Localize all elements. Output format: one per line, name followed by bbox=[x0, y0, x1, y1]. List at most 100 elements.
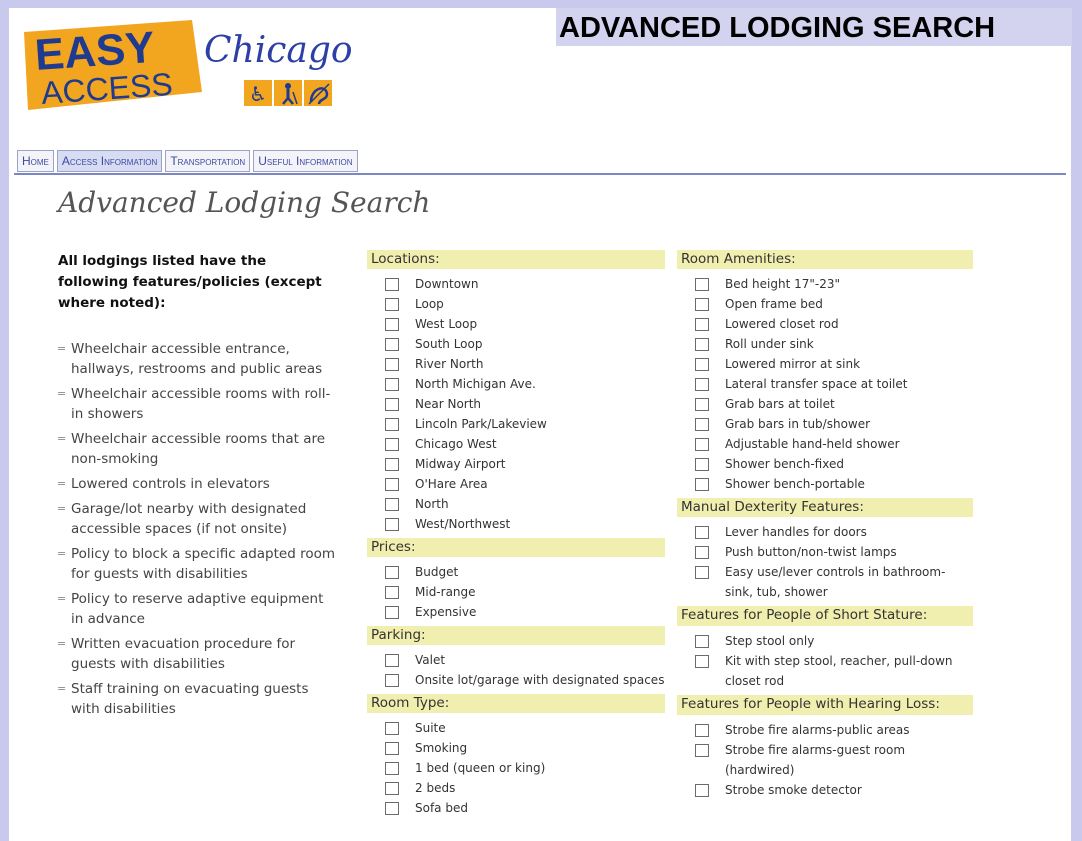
site-logo[interactable]: EASY ACCESS Chicago ♿ bbox=[14, 14, 394, 134]
checkbox[interactable] bbox=[695, 635, 709, 648]
checkbox-label[interactable]: West Loop bbox=[415, 314, 665, 334]
checkbox-label[interactable]: Kit with step stool, reacher, pull-down … bbox=[725, 651, 973, 691]
checkbox[interactable] bbox=[695, 358, 709, 371]
checkbox-label[interactable]: Lowered mirror at sink bbox=[725, 354, 973, 374]
checkbox[interactable] bbox=[695, 298, 709, 311]
checkbox-option[interactable]: Adjustable hand-held shower bbox=[695, 434, 973, 454]
checkbox-option[interactable]: Strobe fire alarms-public areas bbox=[695, 720, 973, 740]
checkbox-option[interactable]: Mid-range bbox=[385, 582, 665, 602]
checkbox[interactable] bbox=[695, 784, 709, 797]
checkbox-label[interactable]: 2 beds bbox=[415, 778, 665, 798]
checkbox-label[interactable]: Lincoln Park/Lakeview bbox=[415, 414, 665, 434]
checkbox-option[interactable]: Lever handles for doors bbox=[695, 522, 973, 542]
checkbox-label[interactable]: Easy use/lever controls in bathroom-sink… bbox=[725, 562, 973, 602]
checkbox[interactable] bbox=[385, 654, 399, 667]
checkbox-option[interactable]: Strobe smoke detector bbox=[695, 780, 973, 800]
checkbox[interactable] bbox=[695, 744, 709, 757]
checkbox-option[interactable]: Lateral transfer space at toilet bbox=[695, 374, 973, 394]
checkbox-option[interactable]: Budget bbox=[385, 562, 665, 582]
checkbox-label[interactable]: Onsite lot/garage with designated spaces bbox=[415, 670, 665, 690]
checkbox-label[interactable]: Sofa bed bbox=[415, 798, 665, 818]
checkbox-label[interactable]: Shower bench-fixed bbox=[725, 454, 973, 474]
checkbox[interactable] bbox=[385, 278, 399, 291]
checkbox-option[interactable]: Grab bars in tub/shower bbox=[695, 414, 973, 434]
checkbox-option[interactable]: Suite bbox=[385, 718, 665, 738]
checkbox-label[interactable]: North bbox=[415, 494, 665, 514]
checkbox[interactable] bbox=[695, 438, 709, 451]
checkbox-option[interactable]: River North bbox=[385, 354, 665, 374]
checkbox-label[interactable]: Adjustable hand-held shower bbox=[725, 434, 973, 454]
checkbox-option[interactable]: North bbox=[385, 494, 665, 514]
checkbox-label[interactable]: Lowered closet rod bbox=[725, 314, 973, 334]
checkbox-label[interactable]: Budget bbox=[415, 562, 665, 582]
checkbox-label[interactable]: Expensive bbox=[415, 602, 665, 622]
checkbox[interactable] bbox=[385, 722, 399, 735]
checkbox-option[interactable]: 1 bed (queen or king) bbox=[385, 758, 665, 778]
checkbox[interactable] bbox=[385, 358, 399, 371]
checkbox-label[interactable]: Step stool only bbox=[725, 631, 973, 651]
checkbox[interactable] bbox=[385, 378, 399, 391]
checkbox-option[interactable]: Near North bbox=[385, 394, 665, 414]
checkbox-label[interactable]: Near North bbox=[415, 394, 665, 414]
checkbox[interactable] bbox=[385, 498, 399, 511]
checkbox-label[interactable]: Push button/non-twist lamps bbox=[725, 542, 973, 562]
checkbox-label[interactable]: Strobe fire alarms-guest room (hardwired… bbox=[725, 740, 973, 780]
checkbox[interactable] bbox=[695, 278, 709, 291]
tab-transportation[interactable]: Transportation bbox=[165, 150, 251, 172]
checkbox[interactable] bbox=[695, 546, 709, 559]
checkbox[interactable] bbox=[385, 606, 399, 619]
checkbox[interactable] bbox=[695, 318, 709, 331]
checkbox-option[interactable]: Lincoln Park/Lakeview bbox=[385, 414, 665, 434]
checkbox-option[interactable]: Expensive bbox=[385, 602, 665, 622]
checkbox-label[interactable]: Mid-range bbox=[415, 582, 665, 602]
checkbox-option[interactable]: Easy use/lever controls in bathroom-sink… bbox=[695, 562, 973, 602]
checkbox-option[interactable]: Kit with step stool, reacher, pull-down … bbox=[695, 651, 973, 691]
checkbox-label[interactable]: Lever handles for doors bbox=[725, 522, 973, 542]
checkbox-label[interactable]: Open frame bed bbox=[725, 294, 973, 314]
checkbox[interactable] bbox=[385, 762, 399, 775]
checkbox-label[interactable]: Lateral transfer space at toilet bbox=[725, 374, 973, 394]
checkbox-option[interactable]: West Loop bbox=[385, 314, 665, 334]
tab-home[interactable]: Home bbox=[17, 150, 54, 172]
checkbox-label[interactable]: Smoking bbox=[415, 738, 665, 758]
checkbox[interactable] bbox=[385, 782, 399, 795]
checkbox-option[interactable]: 2 beds bbox=[385, 778, 665, 798]
checkbox-label[interactable]: West/Northwest bbox=[415, 514, 665, 534]
checkbox[interactable] bbox=[385, 586, 399, 599]
checkbox-option[interactable]: O'Hare Area bbox=[385, 474, 665, 494]
checkbox-option[interactable]: Bed height 17"-23" bbox=[695, 274, 973, 294]
checkbox-option[interactable]: Lowered closet rod bbox=[695, 314, 973, 334]
checkbox-option[interactable]: Roll under sink bbox=[695, 334, 973, 354]
checkbox-label[interactable]: Bed height 17"-23" bbox=[725, 274, 973, 294]
checkbox-label[interactable]: O'Hare Area bbox=[415, 474, 665, 494]
checkbox-label[interactable]: Loop bbox=[415, 294, 665, 314]
checkbox-option[interactable]: Downtown bbox=[385, 274, 665, 294]
checkbox-option[interactable]: Open frame bed bbox=[695, 294, 973, 314]
checkbox-label[interactable]: Strobe fire alarms-public areas bbox=[725, 720, 973, 740]
checkbox[interactable] bbox=[695, 378, 709, 391]
checkbox[interactable] bbox=[385, 398, 399, 411]
checkbox-option[interactable]: West/Northwest bbox=[385, 514, 665, 534]
checkbox-option[interactable]: Valet bbox=[385, 650, 665, 670]
tab-access-information[interactable]: Access Information bbox=[56, 150, 163, 172]
checkbox[interactable] bbox=[385, 338, 399, 351]
checkbox[interactable] bbox=[385, 742, 399, 755]
checkbox-label[interactable]: Chicago West bbox=[415, 434, 665, 454]
checkbox-label[interactable]: 1 bed (queen or king) bbox=[415, 758, 665, 778]
checkbox[interactable] bbox=[695, 655, 709, 668]
checkbox[interactable] bbox=[695, 526, 709, 539]
checkbox[interactable] bbox=[695, 398, 709, 411]
checkbox-label[interactable]: Valet bbox=[415, 650, 665, 670]
checkbox-label[interactable]: Roll under sink bbox=[725, 334, 973, 354]
checkbox-option[interactable]: Grab bars at toilet bbox=[695, 394, 973, 414]
checkbox[interactable] bbox=[695, 458, 709, 471]
checkbox[interactable] bbox=[695, 478, 709, 491]
checkbox[interactable] bbox=[695, 418, 709, 431]
checkbox-option[interactable]: Onsite lot/garage with designated spaces bbox=[385, 670, 665, 690]
checkbox-option[interactable]: Smoking bbox=[385, 738, 665, 758]
checkbox[interactable] bbox=[695, 724, 709, 737]
checkbox-label[interactable]: Shower bench-portable bbox=[725, 474, 973, 494]
checkbox-option[interactable]: Loop bbox=[385, 294, 665, 314]
checkbox-label[interactable]: South Loop bbox=[415, 334, 665, 354]
checkbox-label[interactable]: River North bbox=[415, 354, 665, 374]
